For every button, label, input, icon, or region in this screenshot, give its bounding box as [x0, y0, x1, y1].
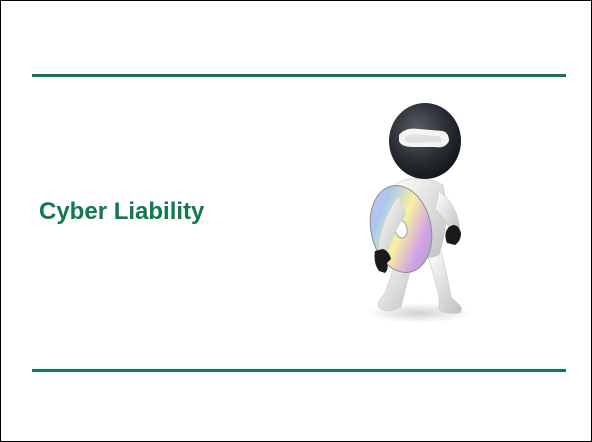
top-divider	[32, 74, 566, 77]
thief-with-cd-icon	[367, 103, 471, 323]
slide-title: Cyber Liability	[39, 198, 205, 225]
bottom-divider	[32, 369, 566, 372]
slide: Cyber Liability	[0, 0, 592, 442]
